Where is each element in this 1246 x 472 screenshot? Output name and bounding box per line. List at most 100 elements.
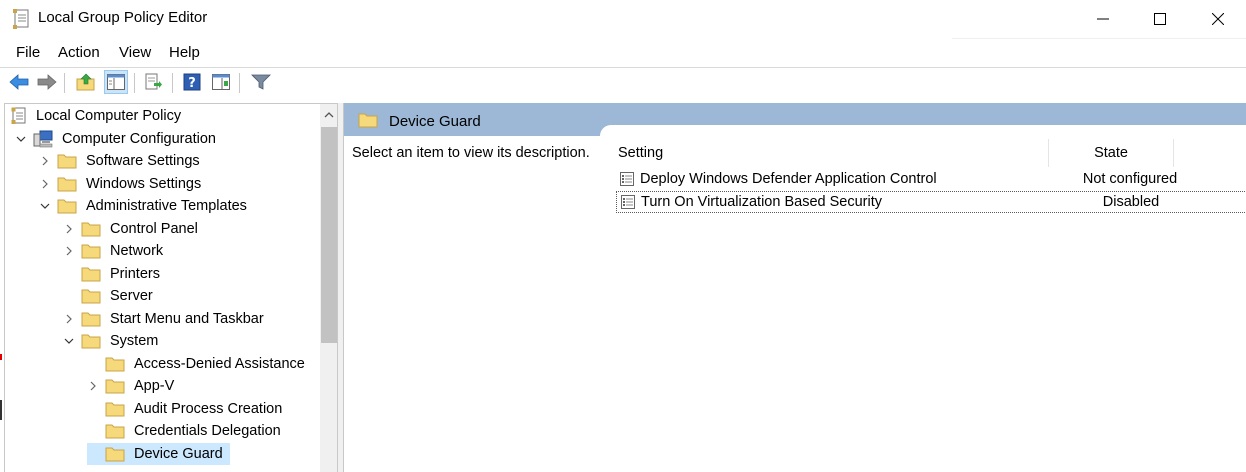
back-arrow-icon [9, 74, 29, 90]
tree-expander [63, 290, 75, 302]
folder-icon [57, 175, 77, 193]
folder-icon [81, 287, 101, 305]
tree-expander [63, 268, 75, 280]
chevron-right-icon [66, 314, 72, 323]
toolbar-separator [239, 73, 240, 93]
tree-item-label: Windows Settings [86, 175, 202, 192]
folder-icon [105, 422, 125, 440]
toolbar-separator [64, 73, 65, 93]
tree-item-local-computer-policy[interactable]: Local Computer Policy [9, 105, 184, 127]
tree-item-label: App-V [134, 378, 175, 394]
tree-expander [87, 425, 99, 437]
tree-item-network[interactable]: Network [63, 240, 166, 262]
tree-expander[interactable] [63, 223, 75, 235]
policy-setting-icon [619, 193, 637, 211]
close-icon [1212, 13, 1224, 25]
tree-item-device-guard[interactable]: Device Guard [87, 442, 230, 465]
edge-mark [0, 354, 2, 360]
extended-view-button[interactable] [209, 70, 233, 94]
menu-view[interactable]: View [119, 44, 151, 61]
export-list-icon [145, 73, 162, 90]
toolbar-separator [172, 73, 173, 93]
help-button[interactable]: ? [180, 70, 204, 94]
menu-file[interactable]: File [16, 44, 40, 61]
filter-icon [251, 74, 271, 90]
folder-icon [57, 152, 77, 170]
tree-item-label: System [110, 333, 159, 349]
export-list-button[interactable] [142, 70, 166, 94]
chevron-down-icon [16, 136, 26, 142]
column-header-state[interactable]: State [1049, 139, 1173, 167]
policy-setting-name: Turn On Virtualization Based Security [641, 194, 882, 210]
policy-setting-icon [618, 170, 636, 188]
column-header-setting[interactable]: Setting [618, 139, 1048, 167]
tree-expander[interactable] [15, 133, 27, 145]
tree-expander[interactable] [39, 200, 51, 212]
tree-item-printers[interactable]: Printers [63, 263, 163, 285]
tree-item-computer-configuration[interactable]: Computer Configuration [15, 128, 219, 150]
folder-icon [105, 400, 125, 418]
tree-item-label: Audit Process Creation [134, 400, 283, 417]
chevron-down-icon [40, 203, 50, 209]
tree-item-server[interactable]: Server [63, 285, 156, 307]
tree-item-control-panel[interactable]: Control Panel [63, 218, 201, 240]
maximize-icon [1154, 13, 1166, 25]
edge-mark [0, 400, 2, 420]
menu-action[interactable]: Action [58, 44, 100, 61]
tree-item-access-denied-assistance[interactable]: Access-Denied Assistance [87, 353, 308, 375]
column-separator[interactable] [1173, 139, 1174, 167]
tree-item-windows-settings[interactable]: Windows Settings [39, 173, 204, 195]
tree-item-start-menu-and-taskbar[interactable]: Start Menu and Taskbar [63, 308, 267, 330]
folder-icon [57, 197, 77, 215]
folder-icon [81, 242, 101, 260]
tree-item-app-v[interactable]: App-V [87, 375, 177, 397]
tree-expander [87, 358, 99, 370]
close-button[interactable] [1189, 0, 1246, 38]
tree-item-administrative-templates[interactable]: Administrative Templates [39, 195, 250, 217]
tree-item-software-settings[interactable]: Software Settings [39, 150, 203, 172]
details-title: Device Guard [389, 113, 481, 130]
show-hide-console-tree-button[interactable] [104, 70, 128, 94]
details-pane: Device Guard Select an item to view its … [343, 103, 1246, 472]
window-title: Local Group Policy Editor [38, 9, 208, 26]
minimize-button[interactable] [1074, 0, 1132, 38]
title-bar: Local Group Policy Editor [0, 0, 1246, 38]
scroll-up-button[interactable] [320, 104, 337, 126]
back-button[interactable] [7, 70, 31, 94]
tree-item-label: Local Computer Policy [36, 108, 182, 124]
details-header-tab [600, 125, 1246, 136]
forward-button[interactable] [35, 70, 59, 94]
column-state-label: State [1094, 145, 1128, 161]
description-text: Select an item to view its description. [352, 145, 590, 161]
tree-expander[interactable] [39, 155, 51, 167]
policy-row[interactable]: Turn On Virtualization Based Security Di… [616, 191, 1246, 213]
tree-item-audit-process-creation[interactable]: Audit Process Creation [87, 398, 285, 420]
up-one-level-button[interactable] [74, 70, 98, 94]
maximize-button[interactable] [1131, 0, 1189, 38]
policy-row[interactable]: Deploy Windows Defender Application Cont… [616, 168, 1246, 190]
tree-expander[interactable] [63, 313, 75, 325]
folder-icon [81, 332, 101, 350]
filter-button[interactable] [249, 70, 273, 94]
tree-item-credentials-delegation[interactable]: Credentials Delegation [87, 420, 284, 442]
policy-state: Not configured [1082, 171, 1178, 187]
minimize-icon [1097, 18, 1109, 20]
folder-icon [105, 377, 125, 395]
toolbar-separator [134, 73, 135, 93]
folder-icon [81, 220, 101, 238]
chevron-down-icon [64, 338, 74, 344]
tree-expander[interactable] [63, 245, 75, 257]
tree-expander[interactable] [39, 178, 51, 190]
tree-expander[interactable] [87, 380, 99, 392]
chevron-up-icon [324, 112, 334, 118]
menu-bar-divider [952, 38, 1246, 39]
console-tree[interactable]: Local Computer Policy Computer Configurat… [4, 103, 338, 472]
extended-view-icon [212, 74, 230, 90]
tree-expander[interactable] [63, 335, 75, 347]
policy-editor-icon [12, 8, 32, 30]
tree-item-system[interactable]: System [63, 330, 161, 352]
scroll-thumb[interactable] [321, 127, 337, 343]
tree-scrollbar[interactable] [320, 104, 337, 472]
chevron-right-icon [66, 246, 72, 256]
menu-help[interactable]: Help [169, 44, 200, 61]
